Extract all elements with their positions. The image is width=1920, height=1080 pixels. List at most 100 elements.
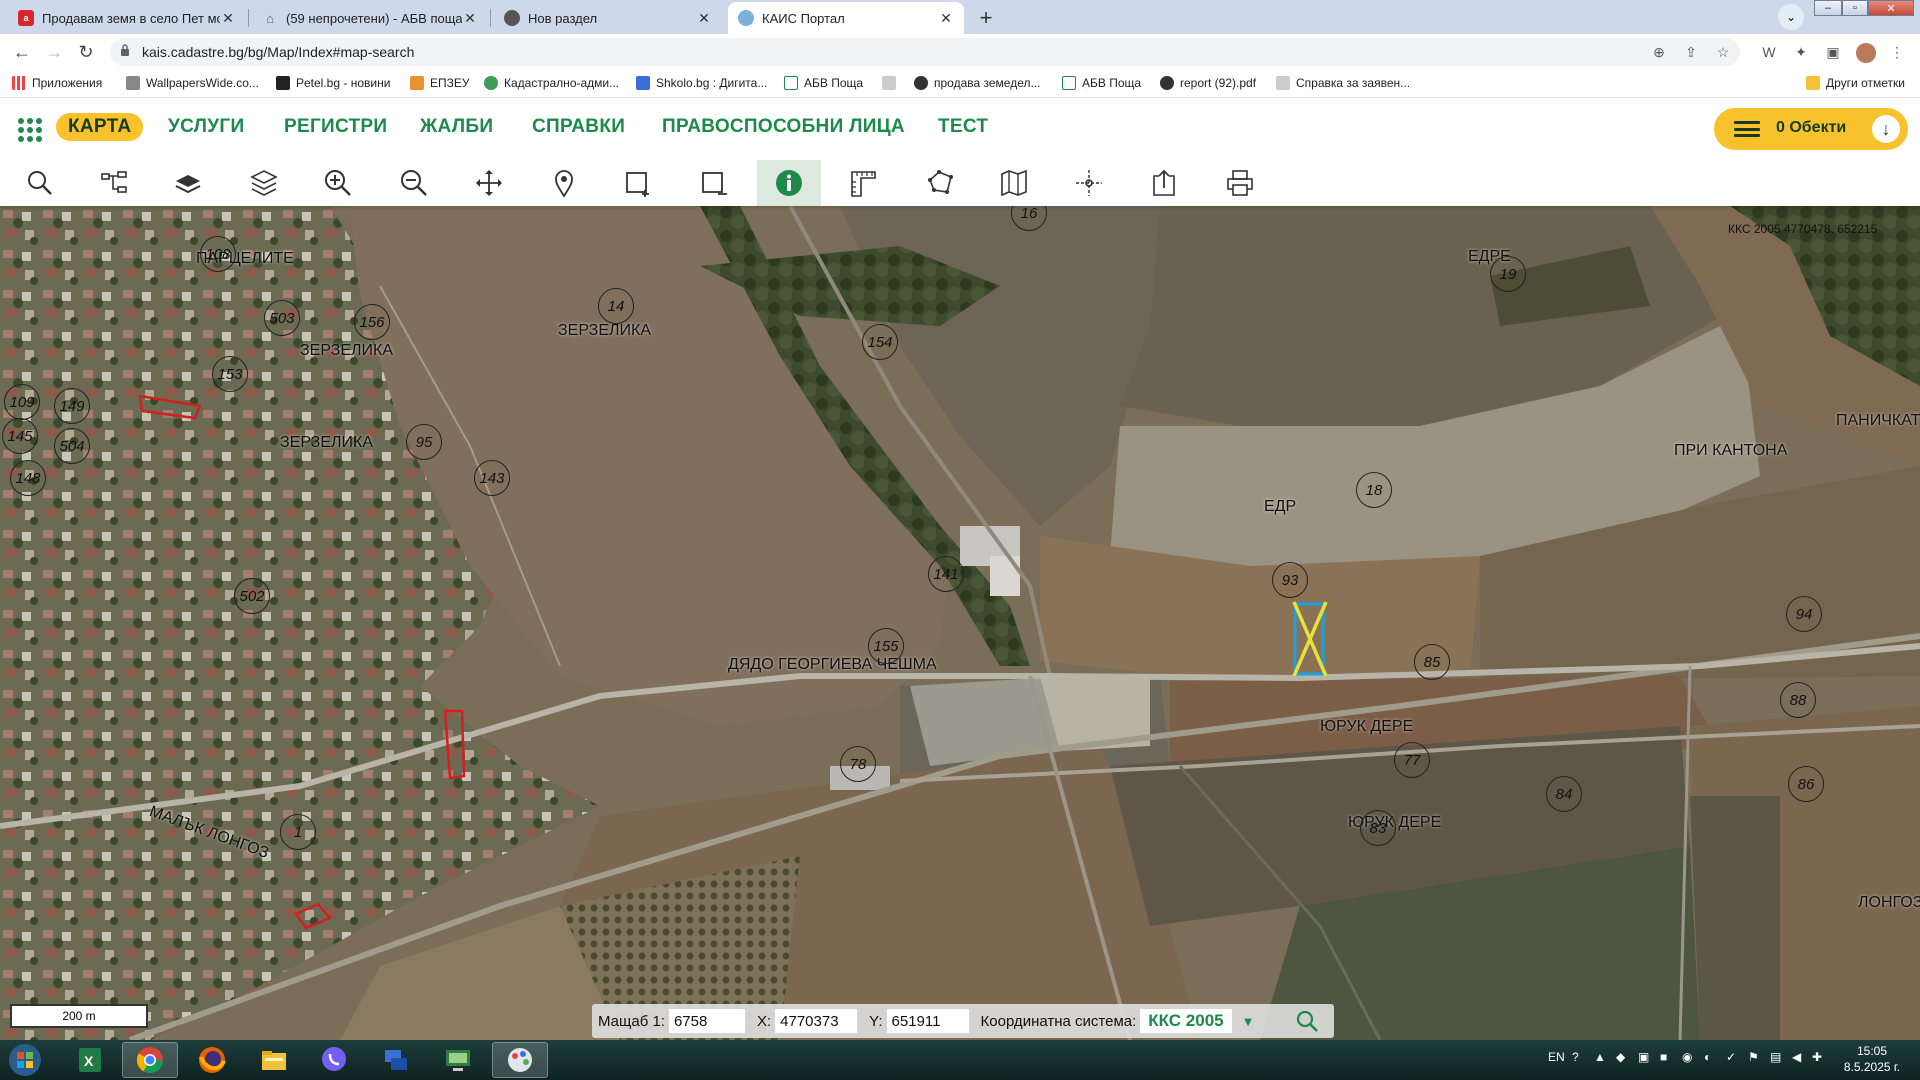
network-app-icon[interactable] [368,1042,424,1078]
bookmark-item[interactable]: Petel.bg - новини [276,76,390,90]
tray-icon[interactable]: ◉ [1682,1050,1692,1064]
tray-icon[interactable]: ◐ [1704,1050,1711,1064]
start-button[interactable] [0,1042,50,1078]
zoom-out-icon[interactable] [394,164,434,202]
pin-icon[interactable] [544,164,584,202]
share-icon[interactable]: ⇪ [1682,43,1700,61]
tray-icon[interactable]: ✓ [1726,1050,1736,1064]
bookmark-item[interactable]: Кадастрално-адми... [484,76,619,90]
close-window-button[interactable]: ✕ [1868,0,1914,16]
nav-registers[interactable]: РЕГИСТРИ [284,116,387,138]
tray-icon[interactable]: ■ [1660,1050,1667,1064]
info-icon[interactable] [757,160,821,206]
select-remove-icon[interactable] [694,164,734,202]
nav-services[interactable]: УСЛУГИ [168,116,244,138]
volume-icon[interactable]: ◀ [1792,1050,1801,1064]
browser-tab[interactable]: ⌂ (59 непрочетени) - АБВ поща ✕ [252,2,488,34]
search-icon[interactable] [1295,1009,1319,1033]
tray-icon[interactable]: ▣ [1638,1050,1649,1064]
layers-icon[interactable] [244,164,284,202]
ruler-icon[interactable] [844,164,884,202]
star-icon[interactable]: ☆ [1714,43,1732,61]
reload-icon[interactable]: ↻ [74,40,98,64]
avatar[interactable] [1856,43,1876,63]
bookmark-item[interactable]: продава земедел... [914,76,1041,90]
nav-test[interactable]: ТЕСТ [938,116,988,138]
apps-grid-icon[interactable] [18,118,42,142]
objects-button[interactable]: 0 Обекти ↓ [1714,108,1908,150]
browser-tab-active[interactable]: КАИС Портал ✕ [728,2,964,34]
close-icon[interactable]: ✕ [462,10,478,27]
bookmark-item[interactable]: Shkolo.bg : Дигита... [636,76,767,90]
minimize-button[interactable]: – [1814,0,1842,16]
layers-flat-icon[interactable] [168,164,208,202]
tree-icon[interactable] [94,164,134,202]
bookmark-apps[interactable]: Приложения [12,76,102,90]
parcel-number: 154 [862,324,898,360]
browser-tab[interactable]: Нов раздел ✕ [494,2,722,34]
map-canvas[interactable]: ККС 2005 4770478, 652215 ПАРЦЕЛИТЕ ЗЕРЗЕ… [0,206,1920,1040]
dropdown-arrow-icon[interactable]: ▼ [1242,1014,1255,1029]
close-icon[interactable]: ✕ [696,10,712,27]
nav-map[interactable]: КАРТА [56,113,144,141]
language-indicator[interactable]: EN [1548,1050,1565,1064]
nav-reports[interactable]: СПРАВКИ [532,116,625,138]
forward-icon[interactable]: → [42,40,66,64]
extensions-icon[interactable]: ✦ [1792,43,1810,61]
bookmark-item[interactable]: report (92).pdf [1160,76,1256,90]
firefox-icon[interactable] [184,1042,240,1078]
polygon-measure-icon[interactable] [920,164,960,202]
map-icon[interactable] [994,164,1034,202]
monitor-app-icon[interactable] [430,1042,486,1078]
pan-icon[interactable] [469,164,509,202]
bookmark-item[interactable]: WallpapersWide.co... [126,76,259,90]
file-explorer-icon[interactable] [246,1042,302,1078]
tab-search-icon[interactable]: ⌄ [1778,4,1804,30]
close-icon[interactable]: ✕ [938,10,954,27]
viber-icon[interactable] [306,1042,362,1078]
tray-icon[interactable]: ▲ [1594,1050,1606,1064]
close-icon[interactable]: ✕ [220,10,236,27]
zoom-icon[interactable]: ⊕ [1650,43,1668,61]
network-icon[interactable]: ▤ [1770,1050,1781,1064]
url-field[interactable]: kais.cadastre.bg/bg/Map/Index#map-search… [110,38,1740,66]
extension-w-icon[interactable]: W [1760,43,1778,61]
maximize-button[interactable]: ▫ [1842,0,1868,16]
tray-icon[interactable]: ⚑ [1748,1050,1759,1064]
x-input[interactable]: 4770373 [775,1009,858,1033]
print-icon[interactable] [1220,164,1260,202]
coordinates-icon[interactable] [1069,164,1109,202]
parcel-number: 504 [54,428,90,464]
menu-dots-icon[interactable]: ⋮ [1888,43,1906,61]
clock[interactable]: 15:05 8.5.2025 г. [1836,1043,1908,1075]
sidepanel-icon[interactable]: ▣ [1824,43,1842,61]
menu-icon [1734,121,1760,137]
chrome-icon[interactable] [122,1042,178,1078]
bookmark-item[interactable]: Справка за заявен... [1276,76,1410,90]
excel-icon[interactable]: X [62,1042,118,1078]
arrow-down-icon[interactable]: ↓ [1872,115,1900,143]
nav-licensed-persons[interactable]: ПРАВОСПОСОБНИ ЛИЦА [662,116,905,138]
bookmark-label: Приложения [32,76,103,90]
tray-icon[interactable]: ◆ [1616,1050,1625,1064]
scale-input[interactable]: 6758 [668,1009,745,1033]
bookmark-item[interactable] [882,76,902,90]
coord-system-select[interactable]: ККС 2005 [1140,1009,1232,1033]
nav-complaints[interactable]: ЖАЛБИ [420,116,493,138]
objects-label: 0 Обекти [1776,119,1847,136]
browser-tab[interactable]: a Продавам земя в село Пет моги ✕ [8,2,246,34]
back-icon[interactable]: ← [10,40,34,64]
zoom-in-icon[interactable] [318,164,358,202]
bookmark-item[interactable]: АБВ Поща [1062,76,1141,90]
bookmark-other[interactable]: Други отметки [1806,76,1905,90]
paint-app-icon[interactable] [492,1042,548,1078]
y-input[interactable]: 651911 [886,1009,969,1033]
export-icon[interactable] [1144,164,1184,202]
bookmark-item[interactable]: ЕПЗЕУ [410,76,470,90]
search-icon[interactable] [20,164,60,202]
bookmark-item[interactable]: АБВ Поща [784,76,863,90]
new-tab-button[interactable]: + [972,4,1000,32]
select-add-icon[interactable] [618,164,658,202]
tray-icon[interactable]: ✚ [1812,1050,1822,1064]
help-icon[interactable]: ? [1572,1050,1579,1064]
